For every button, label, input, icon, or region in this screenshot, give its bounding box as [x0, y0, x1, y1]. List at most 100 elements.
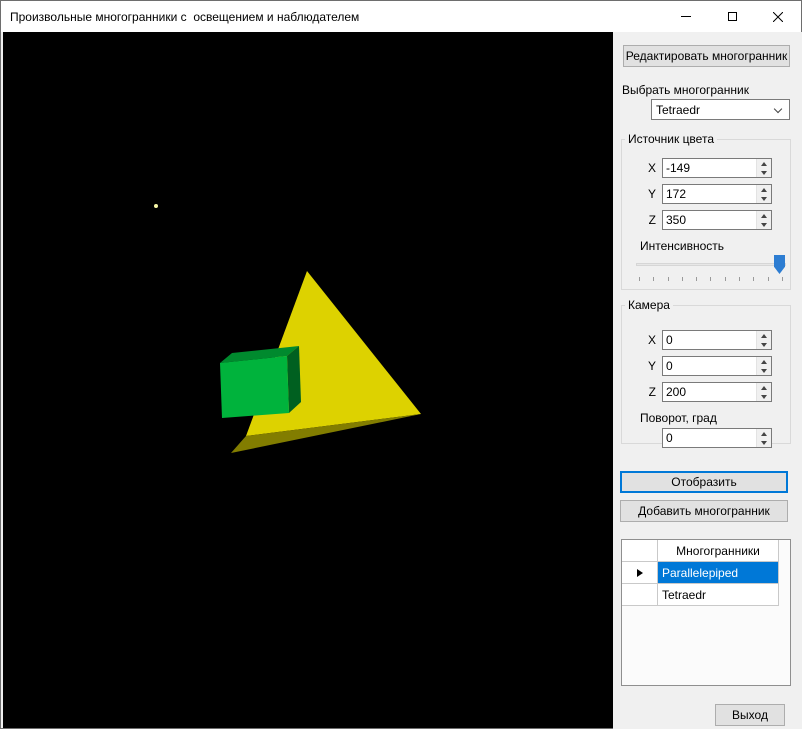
camera-z-input[interactable] [662, 382, 772, 402]
rotation-row [622, 428, 790, 448]
camera-x-value[interactable] [663, 331, 755, 349]
arrow-up-icon [761, 187, 767, 192]
arrow-down-icon [761, 222, 767, 227]
arrow-down-icon [761, 342, 767, 347]
camera-z-label: Z [648, 385, 656, 399]
light-y-input[interactable] [662, 184, 772, 204]
camera-x-spin-down-button[interactable] [756, 340, 771, 349]
arrow-up-icon [761, 385, 767, 390]
arrow-down-icon [761, 368, 767, 373]
scene-svg [3, 32, 613, 728]
close-icon [773, 11, 783, 22]
minimize-icon [681, 16, 691, 17]
grid-cell-polyhedron-name[interactable]: Parallelepiped [658, 562, 779, 584]
window-title: Произвольные многогранники с освещением … [10, 9, 360, 24]
light-source-group: Источник цвета X Y [621, 132, 791, 290]
camera-x-label: X [647, 333, 656, 347]
light-source-group-title: Источник цвета [628, 132, 714, 146]
maximize-button[interactable] [709, 1, 755, 32]
polyhedron-combobox[interactable]: Tetraedr [651, 99, 790, 120]
light-z-label: Z [648, 213, 656, 227]
app-window: Произвольные многогранники с освещением … [0, 0, 802, 729]
combobox-value: Tetraedr [656, 102, 701, 117]
chevron-down-icon [773, 104, 783, 114]
polyhedra-grid[interactable]: Многогранники Parallelepiped Tetraedr [621, 539, 791, 686]
light-x-row: X [622, 158, 790, 178]
display-button[interactable]: Отобразить [620, 471, 788, 493]
light-y-spin-up-button[interactable] [756, 185, 771, 194]
grid-cell-polyhedron-name[interactable]: Tetraedr [658, 584, 779, 606]
arrow-up-icon [761, 213, 767, 218]
arrow-down-icon [761, 394, 767, 399]
camera-x-spin-up-button[interactable] [756, 331, 771, 340]
camera-y-label: Y [647, 359, 656, 373]
select-polyhedron-label: Выбрать многогранник [622, 83, 749, 97]
arrow-down-icon [761, 170, 767, 175]
current-row-icon [636, 568, 643, 577]
caption-buttons [663, 1, 801, 32]
arrow-up-icon [761, 333, 767, 338]
grid-row-tetraedr[interactable]: Tetraedr [622, 584, 790, 606]
light-z-spinner [756, 211, 771, 229]
grid-row-parallelepiped[interactable]: Parallelepiped [622, 562, 790, 584]
intensity-slider[interactable] [636, 253, 786, 285]
minimize-button[interactable] [663, 1, 709, 32]
light-x-input[interactable] [662, 158, 772, 178]
light-y-spinner [756, 185, 771, 203]
light-z-input[interactable] [662, 210, 772, 230]
exit-button[interactable]: Выход [715, 704, 785, 726]
grid-header-row: Многогранники [622, 540, 790, 562]
arrow-down-icon [761, 440, 767, 445]
camera-y-row: Y [622, 356, 790, 376]
camera-y-spin-down-button[interactable] [756, 366, 771, 375]
rotation-spin-down-button[interactable] [756, 438, 771, 447]
light-x-spin-up-button[interactable] [756, 159, 771, 168]
light-z-spin-down-button[interactable] [756, 220, 771, 229]
camera-x-input[interactable] [662, 330, 772, 350]
camera-group-title: Камера [628, 298, 670, 312]
arrow-up-icon [761, 431, 767, 436]
slider-ticks [639, 277, 783, 281]
row-selector[interactable] [622, 584, 658, 606]
camera-z-spin-down-button[interactable] [756, 392, 771, 401]
camera-y-spin-up-button[interactable] [756, 357, 771, 366]
light-y-spin-down-button[interactable] [756, 194, 771, 203]
camera-group: Камера X Y [621, 298, 791, 448]
add-polyhedron-button[interactable]: Добавить многогранник [620, 500, 788, 522]
camera-z-spinner [756, 383, 771, 401]
current-row-selector[interactable] [622, 562, 658, 584]
light-y-value[interactable] [663, 185, 755, 203]
light-y-row: Y [622, 184, 790, 204]
light-z-value[interactable] [663, 211, 755, 229]
grid-column-header[interactable]: Многогранники [658, 540, 779, 562]
camera-z-value[interactable] [663, 383, 755, 401]
intensity-label: Интенсивность [640, 239, 725, 253]
slider-track [636, 263, 786, 266]
light-x-label: X [647, 161, 656, 175]
close-button[interactable] [755, 1, 801, 32]
rotation-value[interactable] [663, 429, 755, 447]
slider-thumb[interactable] [774, 255, 785, 274]
rotation-input[interactable] [662, 428, 772, 448]
cube-side-face [287, 346, 301, 413]
light-source-dot [154, 204, 158, 208]
grid-corner-header[interactable] [622, 540, 658, 562]
rotation-spin-up-button[interactable] [756, 429, 771, 438]
rotation-spinner [756, 429, 771, 447]
control-panel: Редактировать многогранник Выбрать много… [613, 32, 802, 729]
camera-y-value[interactable] [663, 357, 755, 375]
light-x-spin-down-button[interactable] [756, 168, 771, 177]
titlebar: Произвольные многогранники с освещением … [1, 1, 801, 32]
camera-z-row: Z [622, 382, 790, 402]
arrow-up-icon [761, 161, 767, 166]
arrow-down-icon [761, 196, 767, 201]
arrow-up-icon [761, 359, 767, 364]
light-z-row: Z [622, 210, 790, 230]
camera-y-input[interactable] [662, 356, 772, 376]
light-x-value[interactable] [663, 159, 755, 177]
light-x-spinner [756, 159, 771, 177]
light-z-spin-up-button[interactable] [756, 211, 771, 220]
camera-z-spin-up-button[interactable] [756, 383, 771, 392]
render-viewport[interactable] [3, 32, 613, 728]
edit-polyhedron-button[interactable]: Редактировать многогранник [623, 45, 790, 67]
